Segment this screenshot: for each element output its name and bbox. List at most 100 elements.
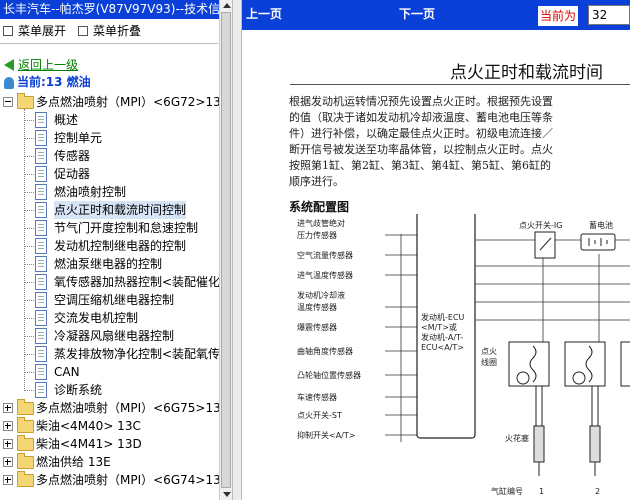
- menu-collapse-label: 菜单折叠: [93, 24, 142, 38]
- menu-expand-button[interactable]: 菜单展开: [3, 22, 66, 40]
- tree-folder[interactable]: 多点燃油喷射（MPI）<6G75>13B: [0, 399, 232, 417]
- cylinder-number: 1: [539, 487, 544, 496]
- menu-collapse-button[interactable]: 菜单折叠: [78, 22, 141, 40]
- next-page-button[interactable]: 下一页: [399, 0, 435, 30]
- tree-connector: [24, 282, 34, 283]
- document-icon: [35, 220, 47, 236]
- tree-folder[interactable]: 柴油<4M41> 13D: [0, 435, 232, 453]
- coil-label: 点火: [481, 347, 497, 356]
- document-icon: [35, 274, 47, 290]
- tree-item-label: 交流发电机控制: [54, 311, 139, 325]
- expand-toggle-icon[interactable]: [3, 457, 13, 467]
- document-icon: [35, 364, 47, 380]
- folder-icon: [17, 399, 34, 415]
- tree-item[interactable]: 点火正时和载流时间控制: [0, 201, 232, 219]
- sensor-label: 空气流量传感器: [297, 250, 353, 260]
- ignition-coil-1: [508, 341, 550, 476]
- tree-folder-label: 多点燃油喷射（MPI）<6G74>13F: [36, 473, 228, 487]
- tree-item[interactable]: 传感器: [0, 147, 232, 165]
- sensor-label: 抑制开关<A/T>: [297, 430, 355, 440]
- location-icon: [4, 76, 14, 89]
- tree-connector: [24, 174, 34, 175]
- tree-folder[interactable]: 多点燃油喷射（MPI）<6G74>13F: [0, 471, 232, 489]
- battery-label: 蓄电池: [589, 220, 613, 230]
- tree-scrollbar[interactable]: [219, 0, 233, 500]
- scroll-down-icon[interactable]: [223, 492, 231, 497]
- tree-item[interactable]: 氧传感器加热器控制<装配催化: [0, 273, 232, 291]
- expand-toggle-icon[interactable]: [3, 421, 13, 431]
- folder-icon: [17, 435, 34, 451]
- tree-item[interactable]: 促动器: [0, 165, 232, 183]
- tree-connector: [24, 192, 34, 193]
- tree-connector: [24, 372, 34, 373]
- collapse-toggle-icon[interactable]: [3, 97, 13, 107]
- document-icon: [35, 112, 47, 128]
- expand-toggle-icon[interactable]: [3, 403, 13, 413]
- folder-icon: [17, 453, 34, 469]
- tree-item[interactable]: 控制单元: [0, 129, 232, 147]
- tree-item[interactable]: 燃油喷射控制: [0, 183, 232, 201]
- document-icon: [35, 292, 47, 308]
- tree-item[interactable]: 诊断系统: [0, 381, 232, 399]
- back-link[interactable]: 返回上一级: [18, 58, 78, 72]
- tree-item[interactable]: 空调压缩机继电器控制: [0, 291, 232, 309]
- collapse-icon: [78, 25, 88, 36]
- prev-page-button[interactable]: 上一页: [246, 0, 282, 30]
- sensor-label: 压力传感器: [297, 230, 337, 240]
- page-number-input[interactable]: [588, 5, 630, 25]
- tree-connector: [24, 390, 34, 391]
- scroll-up-icon[interactable]: [223, 3, 231, 8]
- ecu-label-line: ECU<A/T>: [421, 343, 464, 352]
- document-icon: [35, 238, 47, 254]
- tree-item[interactable]: 燃油泵继电器的控制: [0, 255, 232, 273]
- tree-item[interactable]: 发动机控制继电器的控制: [0, 237, 232, 255]
- sensor-label: 凸轮轴位置传感器: [297, 370, 361, 380]
- tree-item[interactable]: 概述: [0, 111, 232, 129]
- tree-item[interactable]: 蒸发排放物净化控制<装配氧传: [0, 345, 232, 363]
- sensor-label: 温度传感器: [297, 302, 337, 312]
- ignition-coil-3-partial: [620, 341, 630, 387]
- tree-item[interactable]: 交流发电机控制: [0, 309, 232, 327]
- current-label: 当前:13 燃油: [17, 75, 91, 89]
- ecu-label-line: 发动机-A/T-: [421, 332, 463, 342]
- tree-folder[interactable]: 燃油供给 13E: [0, 453, 232, 471]
- tree-item[interactable]: CAN: [0, 363, 232, 381]
- back-link-row[interactable]: 返回上一级: [4, 56, 78, 72]
- tree-item-label: CAN: [54, 365, 80, 379]
- expand-toggle-icon[interactable]: [3, 475, 13, 485]
- back-arrow-icon: [4, 58, 14, 71]
- tree-item[interactable]: 冷凝器风扇继电器控制: [0, 327, 232, 345]
- tree-item[interactable]: 节气门开度控制和怠速控制: [0, 219, 232, 237]
- spark-plug-label: 火花塞: [505, 433, 529, 443]
- tree-folder-open[interactable]: 多点燃油喷射（MPI）<6G72>13A: [0, 93, 232, 111]
- pane-splitter[interactable]: [232, 0, 242, 500]
- sensor-label: 进气歧管绝对: [297, 218, 345, 228]
- tree-folder[interactable]: 柴油<4M40> 13C: [0, 417, 232, 435]
- document-icon: [35, 328, 47, 344]
- cylinder-number: 2: [595, 487, 600, 496]
- tree-connector: [24, 318, 34, 319]
- document-icon: [35, 382, 47, 398]
- folder-icon: [17, 417, 34, 433]
- folder-open-icon: [17, 93, 34, 109]
- tree-item-label: 蒸发排放物净化控制<装配氧传: [54, 347, 221, 361]
- tree-connector: [24, 156, 34, 157]
- tree-item-label: 传感器: [54, 149, 91, 163]
- expand-toggle-icon[interactable]: [3, 439, 13, 449]
- document-icon: [35, 148, 47, 164]
- title-rule: [290, 84, 630, 85]
- document-title: 点火正时和载流时间: [450, 63, 603, 83]
- tree-connector: [24, 120, 34, 121]
- sensor-label: 点火开关-ST: [297, 410, 342, 420]
- scroll-thumb[interactable]: [221, 12, 231, 488]
- divider: [0, 43, 218, 44]
- tree-connector: [24, 138, 34, 139]
- sensor-label: 车速传感器: [297, 392, 337, 402]
- document-icon: [35, 346, 47, 362]
- document-icon: [35, 184, 47, 200]
- tree-folder-label: 多点燃油喷射（MPI）<6G72>13A: [36, 95, 229, 109]
- tree-folder-label: 柴油<4M40> 13C: [36, 419, 141, 433]
- battery-icon: [580, 233, 616, 251]
- document-icon: [35, 256, 47, 272]
- document-icon: [35, 202, 47, 218]
